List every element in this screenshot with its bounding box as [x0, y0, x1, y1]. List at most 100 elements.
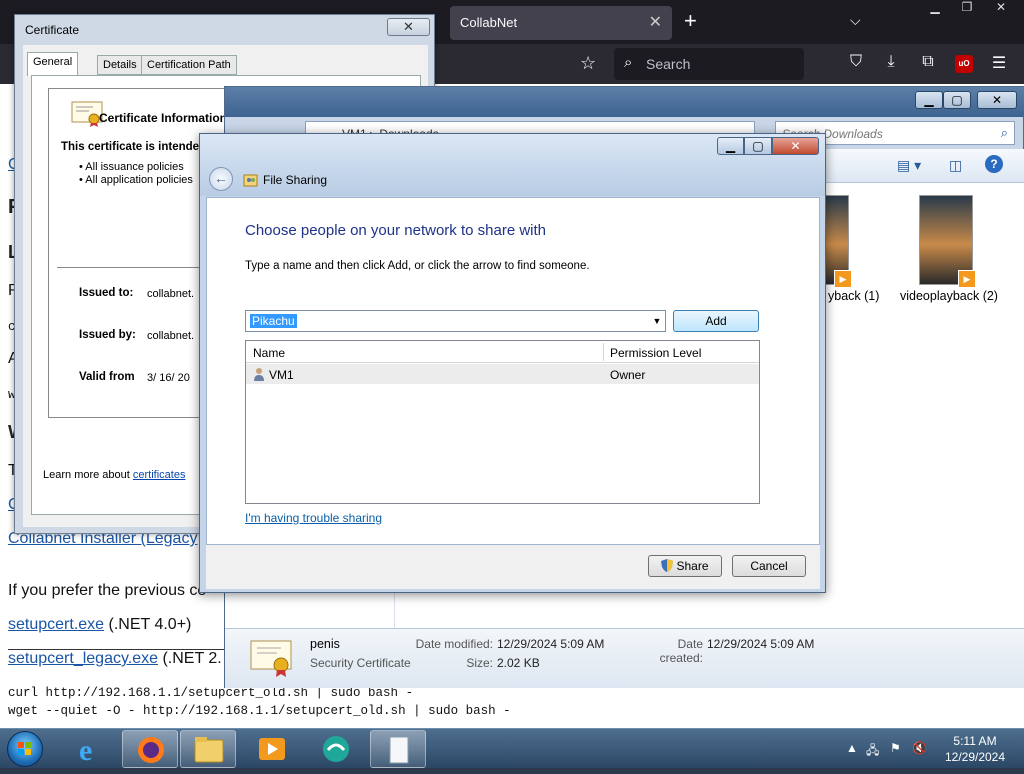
- show-hidden-icons-icon[interactable]: ▲: [846, 741, 858, 755]
- maximize-icon[interactable]: ▢: [943, 91, 971, 109]
- close-icon[interactable]: ✕: [387, 18, 430, 36]
- taskbar-internet-explorer[interactable]: e: [62, 730, 118, 768]
- volume-muted-icon[interactable]: 🔇: [912, 741, 927, 755]
- back-arrow-icon[interactable]: ←: [209, 167, 233, 191]
- file-type: Security Certificate: [310, 656, 411, 670]
- share-list: Name Permission Level VM1 Owner: [245, 340, 760, 504]
- restore-icon[interactable]: ❐: [952, 0, 982, 18]
- folder-icon: [194, 737, 224, 763]
- user-name-combobox[interactable]: Pikachu ▼: [245, 310, 666, 332]
- policy-bullet: • All issuance policies: [79, 161, 184, 173]
- date-modified-value: 12/29/2024 5:09 AM: [497, 637, 605, 651]
- issued-by-label: Issued by:: [79, 329, 136, 341]
- file-name: penis: [310, 637, 340, 651]
- close-icon[interactable]: ✕: [772, 137, 819, 155]
- share-instruction: Type a name and then click Add, or click…: [245, 260, 590, 272]
- size-value: 2.02 KB: [497, 656, 540, 670]
- setupcert-legacy-line: setupcert_legacy.exe (.NET 2.: [8, 650, 222, 668]
- setupcert-line: setupcert.exe (.NET 4.0+): [8, 616, 191, 634]
- search-icon: ⌕: [624, 54, 633, 71]
- search-placeholder: Search: [646, 56, 691, 72]
- tab-general[interactable]: General: [27, 52, 79, 76]
- play-icon: ▶: [958, 270, 976, 288]
- issued-to-label: Issued to:: [79, 287, 134, 299]
- trouble-sharing-link[interactable]: I'm having trouble sharing: [245, 511, 382, 525]
- explorer-title-bar: ▁ ▢ ✕: [225, 87, 1024, 117]
- user-name-value: Pikachu: [250, 314, 297, 328]
- taskbar-file-explorer[interactable]: [180, 730, 236, 768]
- network-icon[interactable]: 🖧: [866, 741, 879, 762]
- clock-date: 12/29/2024: [944, 750, 1006, 764]
- date-created-value: 12/29/2024 5:09 AM: [707, 637, 815, 651]
- issued-by-value: collabnet.: [147, 330, 195, 342]
- start-button[interactable]: [7, 731, 43, 767]
- play-icon: ▶: [834, 270, 852, 288]
- taskbar-document[interactable]: [370, 730, 426, 768]
- dropdown-arrow-icon[interactable]: ▼: [649, 311, 665, 331]
- curl-command: curl http://192.168.1.1/setupcert_old.sh…: [8, 686, 414, 700]
- sharing-people-icon: [243, 174, 258, 187]
- svg-text:e: e: [79, 734, 92, 767]
- file-label[interactable]: yback (1): [828, 289, 879, 303]
- taskbar-media-player[interactable]: [244, 730, 300, 768]
- file-sharing-title-bar: ▁ ▢ ✕ ← File Sharing: [200, 134, 825, 196]
- windows-logo-icon: [18, 742, 31, 755]
- valid-from-value: 3/ 16/ 20: [147, 372, 190, 384]
- column-header-name[interactable]: Name: [253, 346, 285, 360]
- date-modified-label: Date modified:: [415, 637, 493, 651]
- video-thumbnail[interactable]: ▶: [919, 195, 976, 288]
- taskbar: e ▲ 🖧 ⚑ 🔇 5:11 AM 12/29/2024: [0, 728, 1024, 768]
- certificate-title: Certificate: [25, 23, 80, 37]
- column-header-permission[interactable]: Permission Level: [610, 346, 701, 360]
- internet-explorer-icon: e: [79, 734, 92, 767]
- share-button[interactable]: Share: [648, 555, 722, 577]
- download-icon[interactable]: ⤓: [880, 53, 902, 71]
- ublock-icon[interactable]: uO: [955, 55, 973, 73]
- wget-command: wget --quiet -O - http://192.168.1.1/set…: [8, 704, 511, 718]
- menu-icon[interactable]: ☰: [988, 53, 1010, 73]
- setupcert-suffix: (.NET 4.0+): [108, 616, 192, 633]
- details-pane: penis Security Certificate Date modified…: [225, 628, 1024, 688]
- tab-certification-path[interactable]: Certification Path: [141, 55, 237, 75]
- add-button[interactable]: Add: [673, 310, 759, 332]
- dialog-title: File Sharing: [263, 173, 328, 187]
- tab-close-icon[interactable]: ✕: [649, 12, 662, 32]
- file-label[interactable]: videoplayback (2): [900, 289, 998, 303]
- close-icon[interactable]: ✕: [977, 91, 1017, 109]
- tab-details[interactable]: Details: [97, 55, 143, 75]
- list-tabs-chevron-icon[interactable]: ⌵: [850, 12, 861, 29]
- preview-pane-icon[interactable]: ◫: [949, 157, 962, 174]
- close-icon[interactable]: ✕: [986, 0, 1016, 18]
- media-player-icon: [259, 738, 285, 760]
- setupcert-link[interactable]: setupcert.exe: [8, 616, 104, 633]
- policy-bullet: • All application policies: [79, 174, 193, 186]
- share-heading: Choose people on your network to share w…: [245, 222, 547, 239]
- taskbar-messenger[interactable]: [308, 730, 364, 768]
- extensions-icon[interactable]: ⧉: [917, 53, 939, 71]
- pocket-icon[interactable]: ⛉: [845, 53, 867, 71]
- permission-level[interactable]: Owner: [610, 368, 645, 382]
- maximize-icon[interactable]: ▢: [744, 137, 772, 155]
- minimize-icon[interactable]: ▁: [915, 91, 943, 109]
- minimize-icon[interactable]: ▁: [920, 0, 950, 18]
- certificates-link[interactable]: certificates: [133, 469, 186, 481]
- column-separator[interactable]: [603, 343, 604, 361]
- system-clock[interactable]: 5:11 AM 12/29/2024: [936, 733, 1014, 765]
- taskbar-firefox[interactable]: [122, 730, 178, 768]
- size-label: Size:: [466, 656, 493, 670]
- tab-collabnet[interactable]: CollabNet ✕: [450, 6, 672, 40]
- cancel-button[interactable]: Cancel: [732, 555, 806, 577]
- certificate-icon: [250, 640, 292, 677]
- firefox-search-box[interactable]: ⌕ Search: [614, 48, 804, 80]
- help-icon[interactable]: ?: [985, 155, 1003, 173]
- list-item[interactable]: VM1 Owner: [246, 364, 759, 384]
- certificate-information-title: Certificate Information: [99, 111, 228, 125]
- setupcert-legacy-link[interactable]: setupcert_legacy.exe: [8, 650, 158, 667]
- firefox-window-controls: ▁ ❐ ✕: [918, 0, 1024, 18]
- minimize-icon[interactable]: ▁: [717, 137, 744, 155]
- issued-to-value: collabnet.: [147, 288, 195, 300]
- new-tab-icon[interactable]: +: [684, 10, 697, 32]
- action-center-flag-icon[interactable]: ⚑: [890, 741, 901, 755]
- change-view-icon[interactable]: ▤ ▾: [897, 157, 921, 174]
- bookmark-star-icon[interactable]: ☆: [580, 53, 596, 74]
